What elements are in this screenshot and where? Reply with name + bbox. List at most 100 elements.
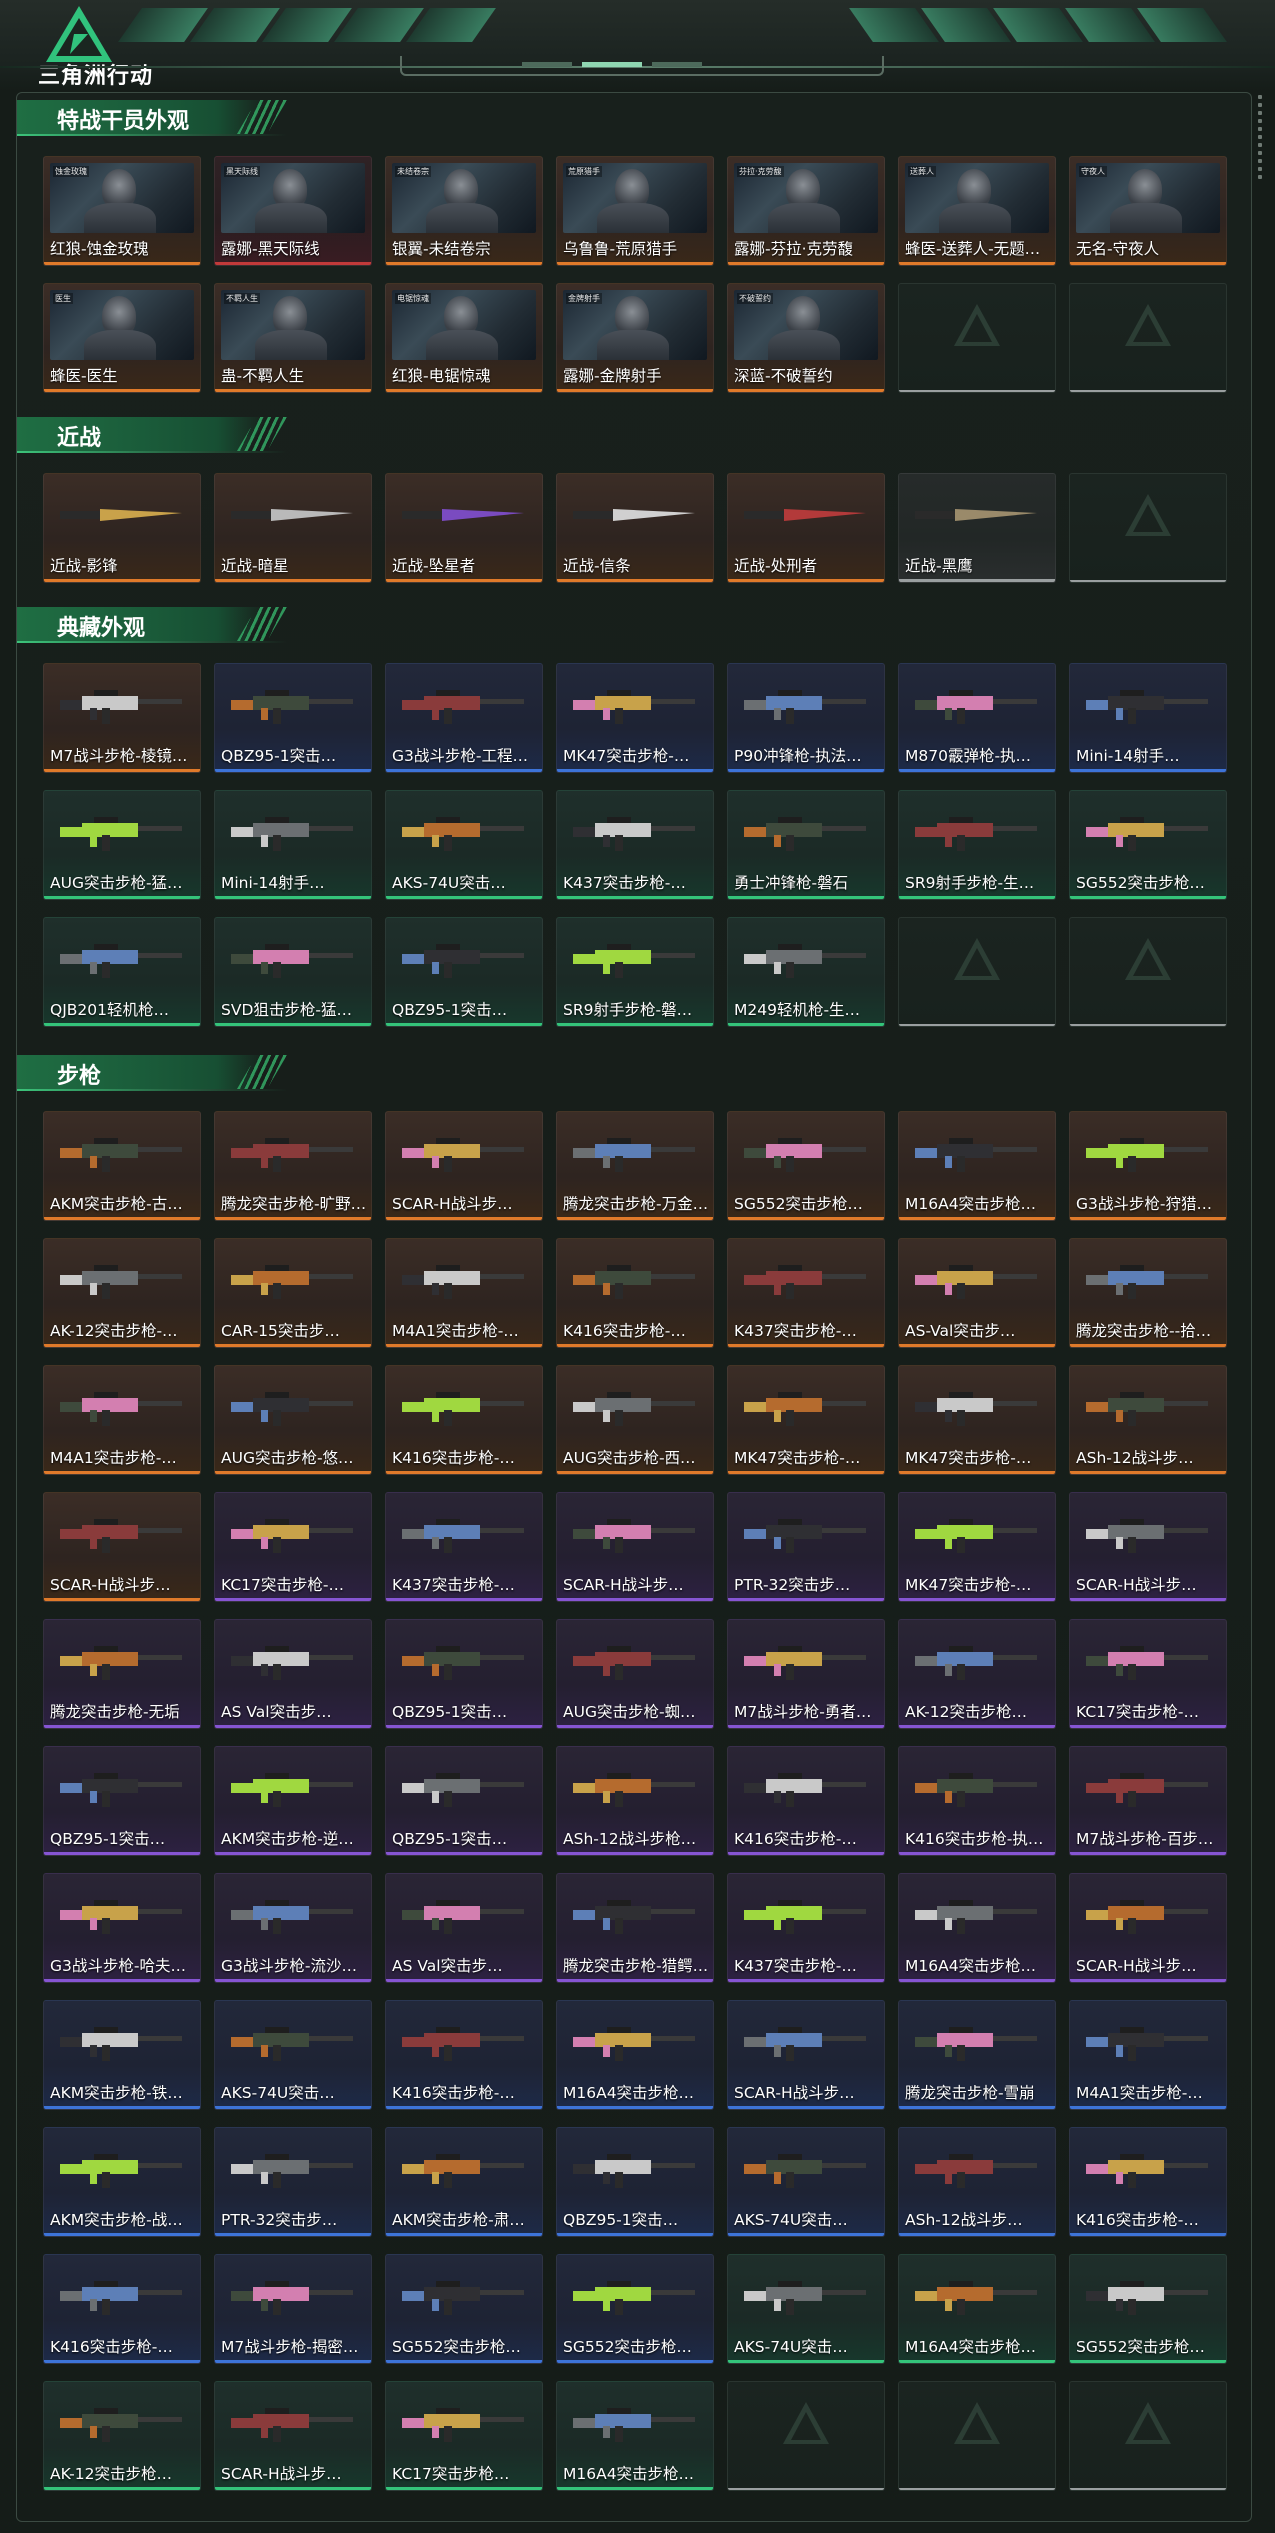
skin-card[interactable]: K416突击步枪-… bbox=[1069, 2127, 1227, 2237]
skin-card[interactable]: 不破誓约 深蓝-不破誓约 bbox=[727, 283, 885, 393]
skin-card[interactable]: 近战-黑鹰 bbox=[898, 473, 1056, 583]
skin-card[interactable]: ASh-12战斗步… bbox=[898, 2127, 1056, 2237]
skin-card[interactable]: SCAR-H战斗步… bbox=[43, 1492, 201, 1602]
skin-card[interactable]: KC17突击步枪-… bbox=[214, 1492, 372, 1602]
skin-card[interactable]: SG552突击步枪… bbox=[556, 2254, 714, 2364]
skin-card[interactable]: PTR-32突击步… bbox=[727, 1492, 885, 1602]
skin-card[interactable]: G3战斗步枪-狩猎… bbox=[1069, 1111, 1227, 1221]
skin-card[interactable]: 腾龙突击步枪-雪崩 bbox=[898, 2000, 1056, 2110]
skin-card[interactable]: AS-Val突击步… bbox=[898, 1238, 1056, 1348]
skin-card[interactable]: K416突击步枪-… bbox=[43, 2254, 201, 2364]
skin-card[interactable]: MK47突击步枪-… bbox=[556, 663, 714, 773]
skin-card[interactable]: K416突击步枪-… bbox=[385, 2000, 543, 2110]
skin-card[interactable]: 腾龙突击步枪-无垢 bbox=[43, 1619, 201, 1729]
skin-card[interactable]: G3战斗步枪-工程… bbox=[385, 663, 543, 773]
skin-card[interactable]: AKM突击步枪-逆… bbox=[214, 1746, 372, 1856]
skin-card[interactable]: K416突击步枪-… bbox=[727, 1746, 885, 1856]
skin-card[interactable]: AK-12突击步枪… bbox=[43, 2381, 201, 2491]
skin-card[interactable]: SCAR-H战斗步… bbox=[214, 2381, 372, 2491]
skin-card[interactable]: K437突击步枪-… bbox=[556, 790, 714, 900]
skin-card[interactable]: SCAR-H战斗步… bbox=[727, 2000, 885, 2110]
skin-card[interactable]: K437突击步枪-… bbox=[727, 1238, 885, 1348]
skin-card[interactable]: QBZ95-1突击… bbox=[385, 1746, 543, 1856]
skin-card[interactable]: QBZ95-1突击… bbox=[556, 2127, 714, 2237]
skin-card[interactable]: AKS-74U突击… bbox=[214, 2000, 372, 2110]
skin-card[interactable]: SCAR-H战斗步… bbox=[1069, 1873, 1227, 1983]
skin-card[interactable]: 近战-影锋 bbox=[43, 473, 201, 583]
skin-card[interactable]: Mini-14射手… bbox=[1069, 663, 1227, 773]
skin-card[interactable]: 医生 蜂医-医生 bbox=[43, 283, 201, 393]
skin-card[interactable]: SG552突击步枪… bbox=[1069, 790, 1227, 900]
skin-card[interactable]: 腾龙突击步枪--拾… bbox=[1069, 1238, 1227, 1348]
skin-card[interactable]: AKM突击步枪-铁… bbox=[43, 2000, 201, 2110]
skin-card[interactable]: CAR-15突击步… bbox=[214, 1238, 372, 1348]
skin-card[interactable]: M4A1突击步枪-… bbox=[43, 1365, 201, 1475]
skin-card[interactable]: QBZ95-1突击… bbox=[214, 663, 372, 773]
skin-card[interactable]: M16A4突击步枪… bbox=[556, 2381, 714, 2491]
skin-card[interactable]: SR9射手步枪-生… bbox=[898, 790, 1056, 900]
skin-card[interactable]: 近战-暗星 bbox=[214, 473, 372, 583]
skin-card[interactable]: PTR-32突击步… bbox=[214, 2127, 372, 2237]
skin-card[interactable]: QBZ95-1突击… bbox=[385, 1619, 543, 1729]
skin-card[interactable]: AKM突击步枪-古… bbox=[43, 1111, 201, 1221]
scrollbar[interactable] bbox=[1258, 95, 1263, 195]
skin-card[interactable]: AKS-74U突击… bbox=[385, 790, 543, 900]
skin-card[interactable]: M7战斗步枪-揭密… bbox=[214, 2254, 372, 2364]
skin-card[interactable]: MK47突击步枪-… bbox=[727, 1365, 885, 1475]
skin-card[interactable]: MK47突击步枪-… bbox=[898, 1492, 1056, 1602]
skin-card[interactable]: G3战斗步枪-哈夫… bbox=[43, 1873, 201, 1983]
skin-card[interactable]: KC17突击步枪-… bbox=[1069, 1619, 1227, 1729]
skin-card[interactable]: M7战斗步枪-勇者… bbox=[727, 1619, 885, 1729]
skin-card[interactable]: K437突击步枪-… bbox=[385, 1492, 543, 1602]
skin-card[interactable]: 近战-处刑者 bbox=[727, 473, 885, 583]
skin-card[interactable]: 近战-坠星者 bbox=[385, 473, 543, 583]
skin-card[interactable]: M249轻机枪-生… bbox=[727, 917, 885, 1027]
skin-card[interactable]: SVD狙击步枪-猛… bbox=[214, 917, 372, 1027]
skin-card[interactable]: K416突击步枪-… bbox=[385, 1365, 543, 1475]
skin-card[interactable]: SR9射手步枪-磐… bbox=[556, 917, 714, 1027]
skin-card[interactable]: QJB201轻机枪… bbox=[43, 917, 201, 1027]
skin-card[interactable]: AUG突击步枪-悠… bbox=[214, 1365, 372, 1475]
skin-card[interactable]: AKS-74U突击… bbox=[727, 2254, 885, 2364]
skin-card[interactable]: AK-12突击步枪… bbox=[898, 1619, 1056, 1729]
skin-card[interactable]: 腾龙突击步枪-万金… bbox=[556, 1111, 714, 1221]
skin-card[interactable]: 芬拉·克劳馥 露娜-芬拉·克劳馥 bbox=[727, 156, 885, 266]
skin-card[interactable]: K437突击步枪-… bbox=[727, 1873, 885, 1983]
skin-card[interactable]: Mini-14射手… bbox=[214, 790, 372, 900]
skin-card[interactable]: AS Val突击步… bbox=[385, 1873, 543, 1983]
skin-card[interactable]: M16A4突击步枪… bbox=[898, 1873, 1056, 1983]
skin-card[interactable]: AKM突击步枪-战… bbox=[43, 2127, 201, 2237]
skin-card[interactable]: P90冲锋枪-执法… bbox=[727, 663, 885, 773]
skin-card[interactable]: MK47突击步枪-… bbox=[898, 1365, 1056, 1475]
skin-card[interactable]: M16A4突击步枪… bbox=[898, 1111, 1056, 1221]
skin-card[interactable]: M7战斗步枪-棱镜… bbox=[43, 663, 201, 773]
skin-card[interactable]: SCAR-H战斗步… bbox=[385, 1111, 543, 1221]
skin-card[interactable]: AS Val突击步… bbox=[214, 1619, 372, 1729]
skin-card[interactable]: AK-12突击步枪-… bbox=[43, 1238, 201, 1348]
skin-card[interactable]: ASh-12战斗步枪… bbox=[556, 1746, 714, 1856]
skin-card[interactable]: KC17突击步枪… bbox=[385, 2381, 543, 2491]
skin-card[interactable]: K416突击步枪-执… bbox=[898, 1746, 1056, 1856]
skin-card[interactable]: 勇士冲锋枪-磐石 bbox=[727, 790, 885, 900]
skin-card[interactable]: 腾龙突击步枪-旷野… bbox=[214, 1111, 372, 1221]
skin-card[interactable]: QBZ95-1突击… bbox=[43, 1746, 201, 1856]
skin-card[interactable]: SG552突击步枪… bbox=[1069, 2254, 1227, 2364]
skin-card[interactable]: SG552突击步枪… bbox=[385, 2254, 543, 2364]
skin-card[interactable]: ASh-12战斗步… bbox=[1069, 1365, 1227, 1475]
skin-card[interactable]: 腾龙突击步枪-猎鳄… bbox=[556, 1873, 714, 1983]
skin-card[interactable]: AKM突击步枪-肃… bbox=[385, 2127, 543, 2237]
skin-card[interactable]: 荒原猎手 乌鲁鲁-荒原猎手 bbox=[556, 156, 714, 266]
skin-card[interactable]: M4A1突击步枪-… bbox=[1069, 2000, 1227, 2110]
skin-card[interactable]: M4A1突击步枪-… bbox=[385, 1238, 543, 1348]
skin-card[interactable]: 守夜人 无名-守夜人 bbox=[1069, 156, 1227, 266]
skin-card[interactable]: 电锯惊魂 红狼-电锯惊魂 bbox=[385, 283, 543, 393]
skin-card[interactable]: M16A4突击步枪… bbox=[898, 2254, 1056, 2364]
skin-card[interactable]: AUG突击步枪-猛… bbox=[43, 790, 201, 900]
skin-card[interactable]: 金牌射手 露娜-金牌射手 bbox=[556, 283, 714, 393]
skin-card[interactable]: 未结卷宗 银翼-未结卷宗 bbox=[385, 156, 543, 266]
skin-card[interactable]: 黑天际线 露娜-黑天际线 bbox=[214, 156, 372, 266]
skin-card[interactable]: AUG突击步枪-蜘… bbox=[556, 1619, 714, 1729]
skin-card[interactable]: K416突击步枪-… bbox=[556, 1238, 714, 1348]
skin-card[interactable]: 近战-信条 bbox=[556, 473, 714, 583]
skin-card[interactable]: 不羁人生 蛊-不羁人生 bbox=[214, 283, 372, 393]
